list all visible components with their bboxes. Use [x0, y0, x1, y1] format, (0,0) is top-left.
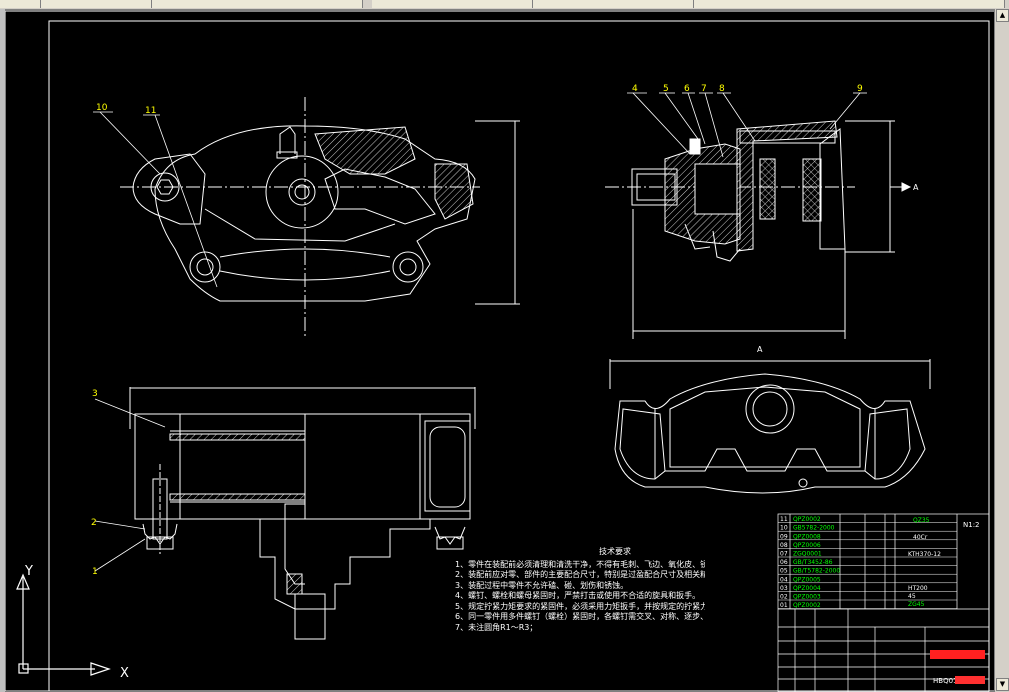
- bom-row-no: 08: [780, 542, 788, 549]
- toolbar-segment[interactable]: [694, 0, 1005, 8]
- bom-row-code: GB5782-2000: [793, 525, 835, 532]
- ucs-icon: [16, 573, 111, 676]
- scroll-down-icon[interactable]: ▼: [996, 678, 1009, 691]
- callout-5: 5: [663, 84, 669, 94]
- bom-row-code: QPZ0004: [793, 585, 821, 592]
- toolbar-segment[interactable]: [41, 0, 152, 8]
- material-r0: QZ35: [913, 517, 930, 524]
- vertical-scrollbar[interactable]: ▲ ▼: [994, 9, 1009, 692]
- bom-row-no: 04: [780, 576, 788, 583]
- callout-labels-side: 4 5 6 7 8 9: [632, 84, 863, 94]
- bom-row-no: 07: [780, 551, 788, 558]
- note-item: 5、规定拧紧力矩要求的紧固件，必须采用力矩扳手，并按规定的拧紧力矩紧固。: [455, 601, 705, 611]
- note-item: 2、装配前应对零、部件的主要配合尺寸，特别是过盈配合尺寸及相关精度进行复查。: [455, 570, 705, 579]
- bom-row-code: QPZ0002: [793, 602, 821, 609]
- callout-2: 2: [91, 518, 97, 528]
- notes-title: 技术要求: [599, 547, 631, 556]
- toolbar-segment[interactable]: [372, 0, 533, 8]
- scale-label: N1:2: [963, 521, 980, 529]
- callout-3: 3: [92, 389, 98, 399]
- material-r9: 45: [908, 593, 916, 600]
- ucs-x-label: X: [120, 666, 129, 681]
- callout-7: 7: [701, 84, 707, 94]
- bom-row-code: QPZ0005: [793, 576, 821, 583]
- note-item: 4、螺钉、螺栓和螺母紧固时，严禁打击或使用不合适的旋具和扳手。: [455, 591, 701, 600]
- callout-9: 9: [857, 84, 863, 94]
- bom-row-code: GB/T5782-2000: [793, 568, 840, 575]
- section-a-label: A: [913, 183, 919, 192]
- bom-row-no: 09: [780, 533, 788, 540]
- bom-row-no: 11: [780, 516, 788, 523]
- bom-row-no: 03: [780, 585, 788, 592]
- material-r2: 40Cr: [913, 534, 928, 541]
- scroll-up-icon[interactable]: ▲: [996, 9, 1009, 22]
- ucs-y-label: Y: [24, 564, 33, 579]
- callout-4: 4: [632, 84, 638, 94]
- front-view: [120, 97, 520, 339]
- bom-row-code: QPZ0006: [793, 542, 821, 549]
- callout-10: 10: [96, 103, 108, 113]
- side-section-view: [605, 120, 912, 339]
- bom-row-no: 01: [780, 602, 788, 609]
- toolbar-segment[interactable]: [0, 0, 41, 8]
- technical-notes: 技术要求 1、零件在装配前必须清理和清洗干净，不得有毛刺、飞边、氧化皮、锈蚀、切…: [455, 547, 705, 633]
- bom-table: 11 QPZ0002 10 GB5782-2000 09 QPZ0008 08 QPZ0006…: [778, 516, 957, 609]
- material-r10: ZG45: [908, 601, 925, 608]
- callout-1: 1: [92, 567, 98, 577]
- note-item: 3、装配过程中零件不允许磕、碰、划伤和锈蚀。: [455, 580, 629, 590]
- bom-row-no: 02: [780, 594, 788, 601]
- bom-row-code: QPZ0002: [793, 516, 821, 523]
- drawing-name-field: [930, 650, 985, 659]
- top-view: [129, 387, 476, 640]
- bom-row-code: ZGQ0001: [793, 551, 822, 558]
- view-a: [609, 359, 931, 494]
- note-item: 7、未注圆角R1～R3；: [455, 622, 538, 632]
- title-code-suffix: [955, 676, 985, 684]
- bom-row-no: 10: [780, 525, 788, 532]
- toolbar-segment[interactable]: [533, 0, 694, 8]
- material-r4: KTH370-12: [908, 551, 941, 558]
- bom-row-no: 06: [780, 559, 788, 566]
- bom-row-code: GB/T3452-86: [793, 559, 833, 566]
- material-r8: HT200: [908, 585, 928, 592]
- note-item: 6、同一零件用多件螺钉（螺栓）紧固时，各螺钉需交叉、对称、逐步、均匀拧紧。: [455, 612, 705, 621]
- callout-8: 8: [719, 84, 725, 94]
- bom-row-code: QPZ0003: [793, 594, 821, 601]
- note-item: 1、零件在装配前必须清理和清洗干净，不得有毛刺、飞边、氧化皮、锈蚀、切屑、油污、…: [455, 559, 705, 569]
- callout-6: 6: [684, 84, 690, 94]
- callout-11: 11: [145, 106, 156, 116]
- view-a-label: A: [757, 345, 763, 354]
- toolbar-segment[interactable]: [152, 0, 363, 8]
- bom-row-no: 05: [780, 568, 788, 575]
- bom-row-code: QPZ0008: [793, 533, 821, 540]
